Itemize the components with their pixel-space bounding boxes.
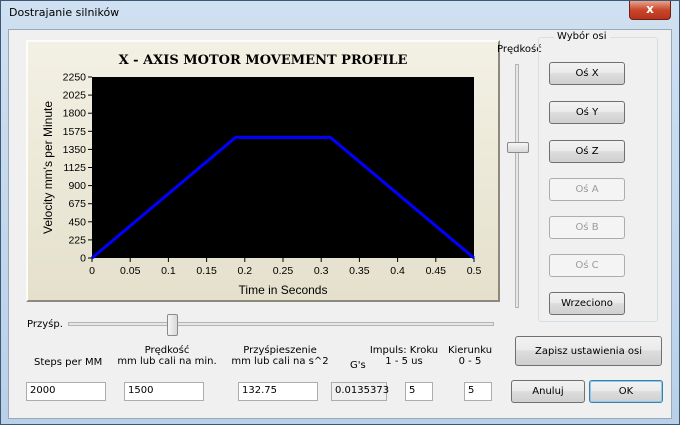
cancel-button[interactable]: Anuluj: [511, 380, 585, 403]
step-pulse-label-line2: 1 - 5 us: [385, 356, 423, 367]
axis-b-button[interactable]: Oś B: [549, 216, 625, 239]
accel-label-line2: mm lub cali na s^2: [231, 356, 329, 367]
y-axis-label: Velocity mm's per Minute: [41, 101, 55, 234]
close-button[interactable]: x: [629, 1, 671, 20]
dir-pulse-label-line2: 0 - 5: [458, 356, 482, 367]
axis-y-button[interactable]: Oś Y: [549, 101, 625, 124]
speed-label: Prędkość: [497, 44, 542, 55]
axis-z-button[interactable]: Oś Z: [549, 140, 625, 163]
y-tick-label: 1350: [63, 144, 87, 156]
step-pulse-input[interactable]: 5: [405, 382, 433, 401]
speed-slider-track[interactable]: [515, 64, 519, 308]
x-tick-label: 0.2: [237, 265, 252, 277]
x-tick-label: 0.45: [426, 265, 447, 277]
dir-pulse-label-line1: Kierunku: [447, 345, 493, 356]
x-tick-label: 0: [89, 265, 95, 277]
y-tick-label: 0: [80, 253, 86, 265]
axis-x-button[interactable]: Oś X: [549, 62, 625, 85]
y-tick-label: 1575: [63, 126, 87, 138]
axis-c-button[interactable]: Oś C: [549, 254, 625, 277]
save-axis-settings-button[interactable]: Zapisz ustawienia osi: [515, 336, 662, 366]
dir-pulse-input[interactable]: 5: [464, 382, 492, 401]
y-tick-label: 450: [68, 216, 86, 228]
y-tick-label: 2250: [63, 72, 87, 84]
y-tick-label: 900: [68, 180, 86, 192]
velocity-label-line1: Prędkość: [144, 345, 190, 356]
accel-field-label: Przyśpieszenie mm lub cali na s^2: [225, 345, 335, 367]
x-tick-label: 0.4: [390, 265, 405, 277]
y-tick-label: 675: [68, 198, 86, 210]
motor-profile-chart: X - AXIS MOTOR MOVEMENT PROFILE 0 225 450 6…: [26, 40, 500, 302]
x-tick-label: 0.1: [161, 265, 176, 277]
accel-slider-thumb[interactable]: [167, 314, 178, 336]
dir-pulse-label: Kierunku 0 - 5: [445, 345, 495, 367]
step-pulse-label: Impuls: Kroku 1 - 5 us: [368, 345, 440, 367]
steps-input[interactable]: 2000: [26, 382, 106, 401]
x-tick-label: 0.25: [273, 265, 294, 277]
ok-button[interactable]: OK: [589, 380, 663, 403]
x-axis-label: Time in Seconds: [239, 283, 328, 297]
x-tick-label: 0.35: [349, 265, 370, 277]
x-tick-label: 0.3: [314, 265, 329, 277]
spindle-button[interactable]: Wrzeciono: [549, 292, 625, 315]
y-tick-label: 1125: [63, 162, 86, 174]
gs-readout: 0.0135373: [331, 382, 389, 401]
y-tick-label: 1800: [63, 108, 87, 120]
title-bar[interactable]: Dostrajanie silników x: [1, 1, 679, 23]
accel-label: Przyśp.: [27, 319, 63, 330]
step-pulse-label-line1: Impuls: Kroku: [369, 345, 439, 356]
accel-slider-track[interactable]: [68, 322, 494, 326]
axis-group-title: Wybór osi: [554, 31, 610, 42]
speed-slider-thumb[interactable]: [507, 142, 529, 153]
accel-input[interactable]: 132.75: [238, 382, 318, 401]
window-title: Dostrajanie silników: [9, 6, 120, 19]
velocity-input[interactable]: 1500: [124, 382, 204, 401]
plot-area: [92, 77, 474, 258]
steps-label: Steps per MM: [34, 357, 103, 368]
y-tick-label: 225: [68, 234, 86, 246]
x-tick-label: 0.5: [467, 265, 482, 277]
x-tick-label: 0.15: [196, 265, 217, 277]
y-tick-label: 2025: [63, 90, 87, 102]
gs-label: G's: [350, 360, 366, 371]
x-tick-label: 0.05: [120, 265, 141, 277]
chart-svg: 0 225 450 675 900 1125 1350 1575 1800 2025 2250 0 0.…: [41, 72, 482, 298]
velocity-label-line2: mm lub cali na min.: [117, 356, 217, 367]
velocity-label: Prędkość mm lub cali na min.: [112, 345, 222, 367]
axis-a-button[interactable]: Oś A: [549, 178, 625, 201]
accel-label-line1: Przyśpieszenie: [243, 345, 317, 356]
